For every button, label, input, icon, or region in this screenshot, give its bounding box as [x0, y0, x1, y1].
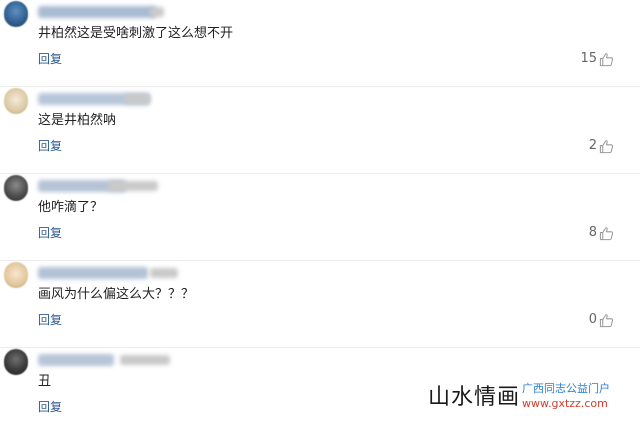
- time-blurred: [124, 94, 150, 104]
- thumbs-up-icon: [599, 139, 614, 153]
- username-blurred[interactable]: [38, 267, 148, 279]
- watermark: 山水情画 广西同志公益门户 www.gxtzz.com: [426, 382, 636, 422]
- avatar[interactable]: [4, 262, 28, 288]
- username-blurred[interactable]: [38, 6, 156, 18]
- reply-button[interactable]: 回复: [38, 400, 62, 414]
- watermark-url: www.gxtzz.com: [522, 397, 608, 410]
- comment-item: 井柏然这是受啥刺激了这么想不开 回复 15: [0, 0, 640, 87]
- time-blurred: [150, 268, 178, 278]
- thumbs-up-icon: [599, 313, 614, 327]
- comment-text: 这是井柏然呐: [38, 113, 117, 128]
- like-button[interactable]: 15: [580, 50, 614, 68]
- watermark-site-name: 广西同志公益门户: [522, 382, 610, 395]
- thumbs-up-icon: [599, 52, 614, 66]
- like-count: 2: [588, 138, 597, 153]
- like-button[interactable]: 8: [589, 224, 614, 242]
- reply-button[interactable]: 回复: [38, 139, 62, 153]
- avatar[interactable]: [4, 88, 28, 114]
- time-blurred: [150, 7, 164, 17]
- comment-item: 这是井柏然呐 回复 2: [0, 87, 640, 174]
- comment-text: 他咋滴了？: [38, 200, 104, 215]
- comment-text: 丑: [38, 374, 52, 389]
- reply-button[interactable]: 回复: [38, 52, 62, 66]
- avatar[interactable]: [4, 349, 28, 375]
- avatar[interactable]: [4, 1, 28, 27]
- comment-item: 他咋滴了？ 回复 8: [0, 174, 640, 261]
- reply-button[interactable]: 回复: [38, 313, 62, 327]
- like-count: 0: [588, 312, 597, 327]
- username-blurred[interactable]: [38, 354, 114, 366]
- comment-text: 画风为什么偏这么大？？？: [38, 287, 195, 302]
- like-count: 15: [580, 51, 597, 66]
- time-blurred: [108, 181, 158, 191]
- watermark-title: 山水情画: [428, 385, 521, 410]
- thumbs-up-icon: [599, 226, 614, 240]
- avatar[interactable]: [4, 175, 28, 201]
- comment-item: 画风为什么偏这么大？？？ 回复 0: [0, 261, 640, 348]
- like-button[interactable]: 2: [589, 137, 614, 155]
- reply-button[interactable]: 回复: [38, 226, 62, 240]
- like-button[interactable]: 0: [589, 311, 614, 329]
- comment-text: 井柏然这是受啥刺激了这么想不开: [38, 26, 234, 41]
- time-blurred: [120, 355, 170, 365]
- like-count: 8: [588, 225, 597, 240]
